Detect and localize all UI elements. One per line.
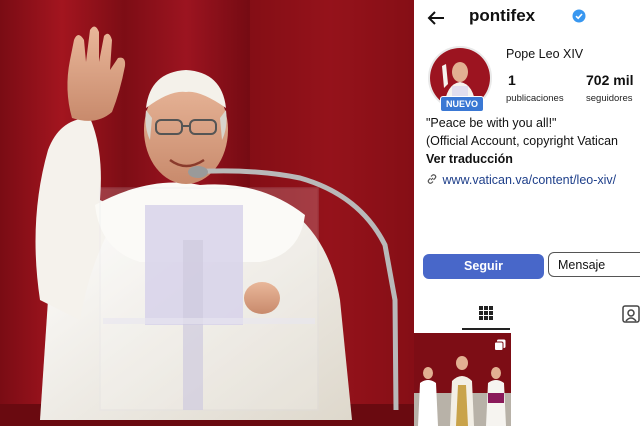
profile-link[interactable]: www.vatican.va/content/leo-xiv/: [426, 171, 616, 189]
profile-avatar[interactable]: NUEVO: [428, 46, 492, 112]
pope-photo: [0, 0, 414, 426]
back-arrow-icon[interactable]: [426, 8, 446, 28]
profile-username: pontifex: [469, 6, 536, 25]
posts-label: publicaciones: [506, 93, 564, 104]
bio-line-1: "Peace be with you all!": [426, 116, 557, 130]
display-name: Pope Leo XIV: [506, 47, 584, 61]
new-badge: NUEVO: [440, 96, 484, 112]
bio-line-2: (Official Account, copyright Vatican: [426, 134, 618, 148]
grid-icon: [479, 306, 493, 320]
message-button[interactable]: Mensaje: [548, 252, 640, 277]
verified-badge-icon: [572, 9, 586, 23]
followers-label: seguidores: [586, 93, 633, 104]
multiple-posts-icon: [494, 339, 506, 351]
instagram-profile-panel: pontifex NUEVO Pope Leo XIV 1 publicacio…: [414, 0, 640, 426]
link-icon: [427, 174, 437, 184]
posts-count[interactable]: 1: [508, 72, 516, 88]
profile-header: pontifex: [414, 0, 640, 36]
profile-link-text: www.vatican.va/content/leo-xiv/: [442, 173, 617, 187]
see-translation-link[interactable]: Ver traducción: [426, 152, 513, 166]
tab-grid[interactable]: [462, 300, 510, 330]
tagged-person-icon[interactable]: [622, 304, 640, 324]
followers-count[interactable]: 702 mil: [586, 72, 633, 88]
follow-button[interactable]: Seguir: [423, 254, 544, 279]
